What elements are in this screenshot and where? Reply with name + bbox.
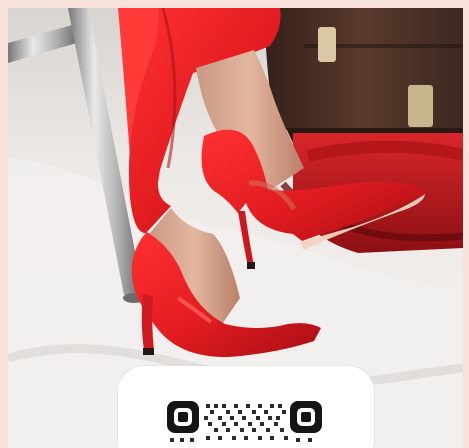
qr-code-icon: [164, 396, 326, 448]
suitcase-buckle: [318, 27, 336, 62]
lower-heel: [141, 294, 154, 351]
suitcase-lock: [408, 85, 433, 127]
lower-heel-tip: [143, 348, 154, 355]
vintage-suitcase: [263, 8, 463, 143]
upper-heel-tip: [247, 262, 255, 269]
photo-frame: [0, 0, 469, 448]
qr-card: [118, 366, 374, 448]
